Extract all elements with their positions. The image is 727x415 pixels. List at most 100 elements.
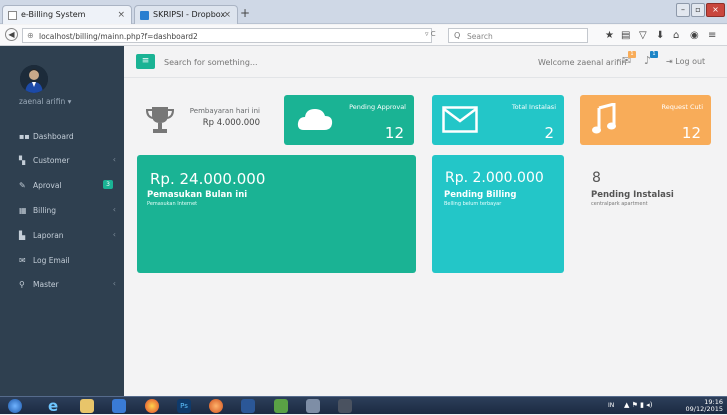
music-note-icon	[592, 103, 616, 134]
pending-instalasi-title: Pending Instalasi	[591, 190, 674, 200]
tool-icon[interactable]	[306, 399, 320, 413]
pending-billing-panel: Rp. 2.000.000 Pending Billing Belling be…	[432, 155, 564, 273]
reload-icon[interactable]: ▿ C	[425, 30, 436, 38]
bookmarks-icon[interactable]: ▤	[621, 30, 630, 41]
pending-billing-title: Pending Billing	[444, 190, 517, 200]
download-icon[interactable]: ⬇	[656, 30, 664, 41]
income-today-widget: Pembayaran hari ini Rp 4.000.000	[136, 95, 276, 145]
tab-title: e-Billing System	[21, 10, 86, 19]
photoshop-icon[interactable]: Ps	[177, 399, 191, 413]
clock-date: 09/12/2015	[685, 405, 723, 413]
url-bar[interactable]: ⊕ localhost/billing/mainn.php?f=dashboar…	[22, 28, 432, 43]
sidebar-item-billing[interactable]: ▦ Billing ‹	[0, 199, 124, 221]
approval-icon: ✎	[19, 181, 26, 190]
customer-icon: ▚	[19, 156, 26, 165]
menu-icon[interactable]: ≡	[708, 30, 716, 41]
sidebar-item-log-email[interactable]: ✉ Log Email	[0, 249, 124, 271]
windows-taskbar: e Ps IN ▲ ⚑ ▮ ◂) 19:16 09/12/2015	[0, 396, 727, 414]
firefox-icon[interactable]	[209, 399, 223, 413]
sidebar-item-label: Dashboard	[33, 132, 74, 141]
envelope-icon	[442, 106, 478, 133]
navigation-toolbar: ◀ ⊕ localhost/billing/mainn.php?f=dashbo…	[0, 25, 727, 46]
close-tab-icon[interactable]: ×	[223, 10, 231, 20]
pending-billing-subtitle: Belling belum terbayar	[444, 201, 502, 207]
bookmark-star-icon[interactable]: ★	[605, 30, 614, 41]
browser-tab-strip: e-Billing System × SKRIPSI - Dropbox × +…	[0, 0, 727, 24]
search-icon: Q	[454, 31, 461, 40]
request-cuti-label: Request Cuti	[661, 103, 703, 111]
close-tab-icon[interactable]: ×	[117, 10, 125, 20]
globe-icon: ⊕	[27, 31, 34, 40]
pending-instalasi-subtitle: centralpark apartment	[591, 201, 648, 207]
maximize-button[interactable]: ▫	[691, 3, 705, 17]
chevron-left-icon: ‹	[112, 279, 116, 288]
income-today-value: Rp 4.000.000	[202, 118, 260, 128]
language-indicator[interactable]: IN	[608, 402, 614, 409]
pending-approval-widget[interactable]: Pending Approval 12	[284, 95, 414, 145]
close-window-button[interactable]: ×	[706, 3, 725, 17]
sidebar-item-dashboard[interactable]: ▪▪ Dashboard	[0, 125, 124, 147]
sidebar-item-label: Aproval	[33, 181, 62, 190]
email-icon: ✉	[19, 256, 26, 265]
tab-dropbox[interactable]: SKRIPSI - Dropbox ×	[134, 5, 238, 24]
pemasukan-amount: Rp. 24.000.000	[150, 170, 266, 188]
tab-e-billing[interactable]: e-Billing System ×	[2, 5, 132, 24]
pocket-icon[interactable]: ▽	[639, 30, 647, 41]
tray-icons[interactable]: ▲ ⚑ ▮ ◂)	[624, 401, 652, 409]
app-icon-2[interactable]	[338, 399, 352, 413]
sync-icon[interactable]: ◉	[690, 30, 699, 41]
minimize-button[interactable]: –	[676, 3, 690, 17]
total-instalasi-widget[interactable]: Total Instalasi 2	[432, 95, 564, 145]
word-icon[interactable]	[241, 399, 255, 413]
report-icon: ▙	[19, 231, 26, 240]
pending-billing-amount: Rp. 2.000.000	[445, 170, 544, 186]
url-text: localhost/billing/mainn.php?f=dashboard2	[39, 32, 198, 41]
chevron-left-icon: ‹	[112, 155, 116, 164]
approval-count-badge: 3	[103, 180, 113, 189]
pending-approval-label: Pending Approval	[349, 103, 406, 111]
master-icon: ⚲	[19, 280, 25, 289]
toggle-sidebar-button[interactable]: ≡	[136, 54, 155, 69]
back-icon[interactable]: ◀	[5, 28, 18, 41]
logout-icon: ⇥	[666, 57, 676, 66]
notifications-badge: 1	[650, 51, 658, 58]
trophy-icon	[146, 107, 174, 133]
browser-search-field[interactable]: Q Search	[448, 28, 588, 43]
start-button-icon[interactable]	[8, 399, 22, 413]
home-icon[interactable]: ⌂	[673, 30, 679, 41]
request-cuti-widget[interactable]: Request Cuti 12	[580, 95, 711, 145]
chevron-left-icon: ‹	[112, 230, 116, 239]
billing-icon: ▦	[19, 206, 27, 215]
pending-instalasi-count: 8	[592, 170, 601, 186]
logout-label: Log out	[675, 57, 706, 66]
tab-title: SKRIPSI - Dropbox	[153, 10, 226, 19]
logout-link[interactable]: ⇥ Log out	[666, 57, 705, 66]
total-instalasi-value: 2	[544, 124, 554, 142]
sidebar-item-customer[interactable]: ▚ Customer ‹	[0, 149, 124, 171]
system-clock[interactable]: 19:16 09/12/2015	[686, 399, 723, 413]
avatar[interactable]	[20, 65, 48, 93]
new-tab-button[interactable]: +	[238, 7, 252, 21]
sidebar-item-aproval[interactable]: ✎ Aproval 3	[0, 174, 124, 196]
chrome-icon[interactable]	[145, 399, 159, 413]
sidebar-item-label: Billing	[33, 206, 56, 215]
sidebar-item-label: Customer	[33, 156, 70, 165]
cloud-icon	[297, 109, 333, 130]
dashboard-icon: ▪▪	[19, 132, 30, 141]
search-input[interactable]	[164, 55, 314, 69]
total-instalasi-label: Total Instalasi	[511, 103, 556, 111]
sidebar-item-label: Master	[33, 280, 59, 289]
user-name-dropdown[interactable]: zaenal arifin ▾	[19, 97, 71, 106]
pending-instalasi-panel: 8 Pending Instalasi centralpark apartmen…	[580, 155, 711, 273]
internet-explorer-icon[interactable]: e	[48, 399, 62, 414]
chevron-left-icon: ‹	[112, 205, 116, 214]
sidebar: zaenal arifin ▾ ▪▪ Dashboard ▚ Customer …	[0, 46, 124, 396]
request-cuti-value: 12	[681, 124, 701, 142]
income-today-label: Pembayaran hari ini	[189, 107, 260, 115]
app-icon[interactable]	[274, 399, 288, 413]
sidebar-item-master[interactable]: ⚲ Master ‹	[0, 273, 124, 295]
media-player-icon[interactable]	[112, 399, 126, 413]
sidebar-item-label: Log Email	[33, 256, 70, 265]
file-explorer-icon[interactable]	[80, 399, 94, 413]
sidebar-item-laporan[interactable]: ▙ Laporan ‹	[0, 224, 124, 246]
